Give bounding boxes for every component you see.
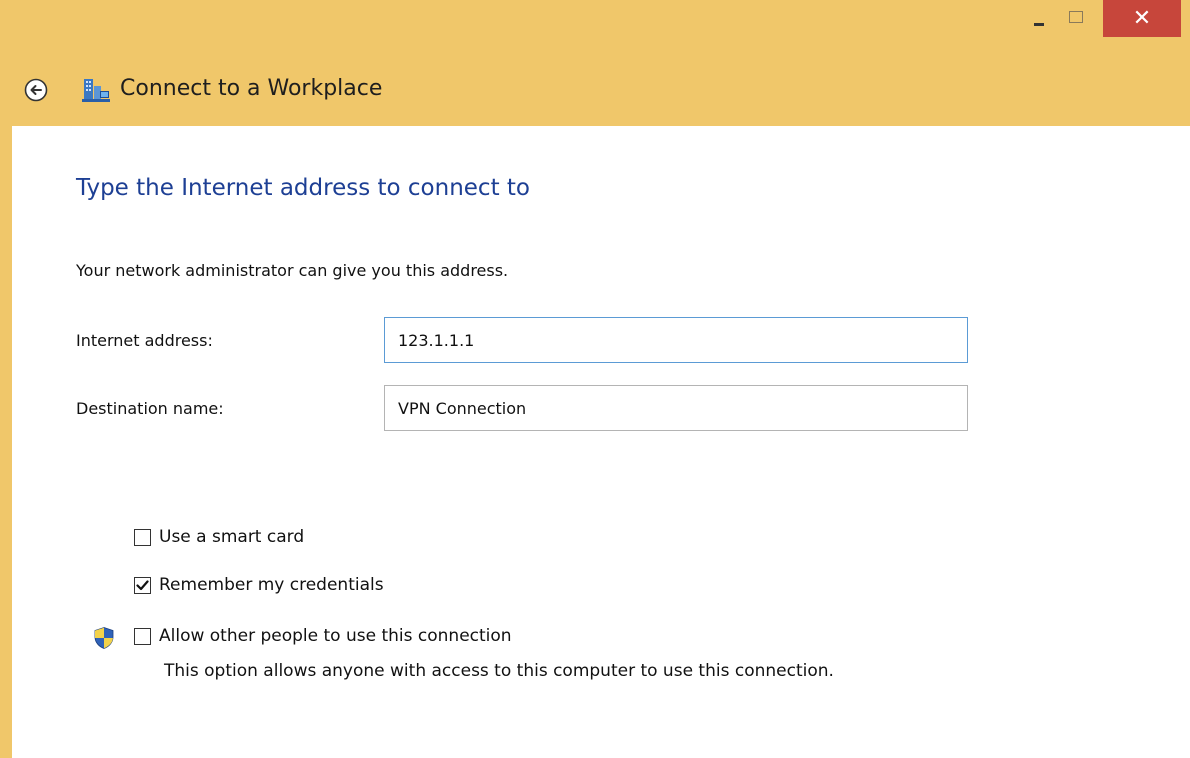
page-heading: Type the Internet address to connect to (76, 175, 530, 201)
minimize-icon (1034, 22, 1044, 26)
minimize-button[interactable] (1022, 0, 1056, 34)
remember-credentials-checkbox[interactable] (134, 576, 151, 594)
smart-card-checkbox[interactable] (134, 528, 151, 546)
smart-card-option[interactable]: Use a smart card (134, 527, 304, 547)
smart-card-label: Use a smart card (159, 527, 305, 547)
close-icon: ✕ (1132, 5, 1152, 31)
destination-name-input[interactable] (384, 385, 968, 431)
maximize-icon (1069, 11, 1083, 23)
maximize-button[interactable] (1058, 0, 1094, 34)
internet-address-label: Internet address: (76, 331, 213, 350)
window-title: Connect to a Workplace (120, 76, 383, 101)
back-arrow-icon[interactable] (24, 78, 48, 102)
intro-text: Your network administrator can give you … (76, 261, 509, 280)
uac-shield-icon (94, 627, 114, 649)
allow-others-checkbox[interactable] (134, 627, 151, 645)
allow-others-option[interactable]: Allow other people to use this connectio… (134, 626, 512, 646)
close-button[interactable]: ✕ (1103, 0, 1181, 37)
remember-credentials-label: Remember my credentials (159, 575, 384, 595)
title-bar: ✕ (0, 0, 1190, 40)
internet-address-input[interactable] (384, 317, 968, 363)
wizard-content: Type the Internet address to connect to … (12, 126, 1190, 758)
remember-credentials-option[interactable]: Remember my credentials (134, 575, 384, 595)
allow-others-label: Allow other people to use this connectio… (159, 626, 512, 646)
window-header: Connect to a Workplace (0, 70, 700, 110)
destination-name-label: Destination name: (76, 399, 224, 418)
checkmark-icon (136, 579, 149, 590)
allow-others-description: This option allows anyone with access to… (164, 661, 834, 681)
workplace-network-icon (82, 79, 110, 102)
